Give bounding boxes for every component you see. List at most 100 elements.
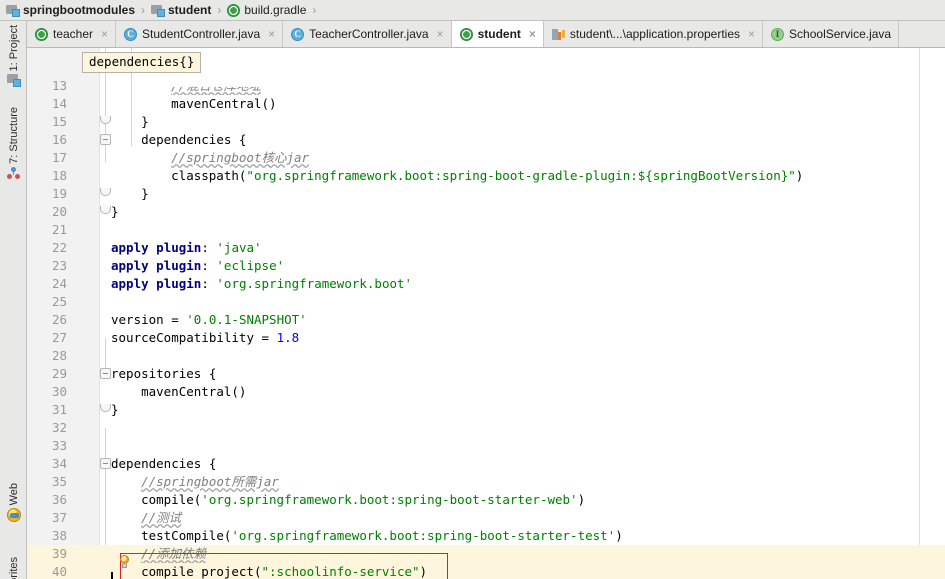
code-line[interactable]: 32: [27, 419, 945, 437]
code-line[interactable]: 17 //springboot核心jar: [27, 149, 945, 167]
code-token: apply: [111, 240, 149, 255]
fold-collapse-icon[interactable]: [100, 134, 111, 145]
code-token: }: [141, 186, 149, 201]
code-token: plugin: [156, 276, 202, 291]
sidebar-item-favorites[interactable]: vorites: [0, 557, 27, 579]
code-token: ): [419, 564, 428, 579]
line-number: 40: [51, 564, 67, 579]
code-line[interactable]: 39 //添加依赖: [27, 545, 945, 563]
sidebar-item-web[interactable]: Web: [0, 483, 27, 523]
code-line[interactable]: 33: [27, 437, 945, 455]
line-number: 25: [51, 294, 67, 309]
text-caret: [111, 572, 113, 579]
tab-label: SchoolService.java: [789, 27, 892, 41]
tab-teacher[interactable]: teacher ×: [27, 21, 117, 47]
line-number: 32: [51, 420, 67, 435]
code-line[interactable]: 28: [27, 347, 945, 365]
code-line[interactable]: 36 compile('org.springframework.boot:spri…: [27, 491, 945, 509]
gradle-icon: [227, 3, 241, 17]
code-line[interactable]: 19}: [27, 185, 945, 203]
code-line[interactable]: 24 apply plugin: 'org.springframework.boo…: [27, 275, 945, 293]
line-number: 22: [51, 240, 67, 255]
code-line[interactable]: 13 //混合仓库地址: [27, 77, 945, 95]
code-token: mavenCentral(): [171, 96, 277, 111]
code-line[interactable]: 16 dependencies {: [27, 131, 945, 149]
code-editor[interactable]: 13//混合仓库地址 14 mavenCentral() 15} 16 dependenc…: [27, 48, 945, 579]
lightbulb-icon[interactable]: [118, 555, 131, 569]
sidebar-item-structure[interactable]: 7: Structure: [0, 107, 27, 180]
code-token: dependencies {: [111, 456, 217, 471]
code-text: classpath("org.springframework.boot:spri…: [171, 167, 803, 185]
code-line[interactable]: 27 sourceCompatibility = 1.8: [27, 329, 945, 347]
code-line[interactable]: 25: [27, 293, 945, 311]
code-token: 'java': [216, 240, 262, 255]
code-token: plugin: [156, 258, 202, 273]
code-token: :: [201, 258, 217, 273]
code-token: classpath(: [171, 168, 247, 183]
code-line[interactable]: 35 //springboot所需jar: [27, 473, 945, 491]
code-text: mavenCentral(): [141, 383, 246, 401]
code-line[interactable]: 22 apply plugin: 'java': [27, 239, 945, 257]
fold-collapse-icon[interactable]: [100, 368, 111, 379]
tab-student[interactable]: student ×: [451, 21, 544, 47]
code-text: apply plugin: 'org.springframework.boot': [111, 275, 412, 293]
code-token: sourceCompatibility: [111, 330, 254, 345]
breadcrumb-item-build-gradle[interactable]: build.gradle: [227, 3, 306, 17]
code-token: //springboot核心jar: [171, 150, 310, 165]
tab-teachercontroller-java[interactable]: C TeacherController.java ×: [283, 21, 452, 47]
code-text: mavenCentral(): [171, 95, 276, 113]
code-line[interactable]: 30 mavenCentral(): [27, 383, 945, 401]
line-number: 37: [51, 510, 67, 525]
gradle-icon: [35, 27, 48, 41]
code-token: '0.0.1-SNAPSHOT': [186, 312, 307, 327]
breadcrumb-item-springbootmodules[interactable]: springbootmodules: [6, 4, 135, 17]
code-line[interactable]: 14 mavenCentral(): [27, 95, 945, 113]
close-icon[interactable]: ×: [748, 28, 755, 40]
breadcrumb-separator: ›: [141, 3, 145, 17]
code-text: version = '0.0.1-SNAPSHOT': [111, 311, 307, 329]
code-line[interactable]: 26 version = '0.0.1-SNAPSHOT': [27, 311, 945, 329]
code-text: }: [111, 401, 119, 419]
close-icon[interactable]: ×: [529, 28, 536, 40]
breadcrumb-separator: ›: [217, 3, 222, 17]
code-token: plugin: [156, 240, 202, 255]
interface-icon: I: [771, 27, 785, 41]
code-line[interactable]: 34 dependencies {: [27, 455, 945, 473]
tab-schoolservice-java[interactable]: I SchoolService.java: [763, 21, 900, 47]
sidebar-item-project[interactable]: 1: Project: [0, 25, 27, 88]
code-token: //springboot所需jar: [141, 474, 279, 489]
close-icon[interactable]: ×: [268, 28, 275, 40]
code-text: }: [111, 203, 119, 221]
tab-label: TeacherController.java: [309, 27, 429, 41]
code-text: //添加依赖: [141, 545, 206, 563]
code-line[interactable]: 23 apply plugin: 'eclipse': [27, 257, 945, 275]
code-text: }: [141, 185, 149, 203]
code-line[interactable]: 31}: [27, 401, 945, 419]
breadcrumb-item-student[interactable]: student: [151, 3, 212, 17]
code-line[interactable]: 38 testCompile('org.springframework.boot:…: [27, 527, 945, 545]
tab-application-properties[interactable]: student\...\application.properties ×: [543, 21, 764, 47]
code-line[interactable]: 40 compile project(":schoolinfo-service"): [27, 563, 945, 579]
breadcrumb-label: student: [168, 3, 212, 17]
line-number: 34: [51, 456, 67, 471]
code-line[interactable]: 20}: [27, 203, 945, 221]
module-icon: [6, 4, 20, 17]
tab-studentcontroller-java[interactable]: C StudentController.java ×: [116, 21, 284, 47]
editor-content[interactable]: 13//混合仓库地址 14 mavenCentral() 15} 16 dependenc…: [27, 48, 945, 579]
code-token: 'org.springframework.boot': [216, 276, 413, 291]
fold-collapse-icon[interactable]: [100, 458, 111, 469]
code-line[interactable]: 29 repositories {: [27, 365, 945, 383]
code-line[interactable]: 21: [27, 221, 945, 239]
line-number: 21: [51, 222, 67, 237]
code-text: //springboot核心jar: [171, 149, 309, 167]
line-number: 16: [51, 132, 67, 147]
code-token: :: [201, 240, 217, 255]
code-line[interactable]: 15}: [27, 113, 945, 131]
code-text: apply plugin: 'java': [111, 239, 262, 257]
class-icon: C: [124, 27, 138, 41]
code-line[interactable]: 37 //测试: [27, 509, 945, 527]
close-icon[interactable]: ×: [101, 28, 108, 40]
close-icon[interactable]: ×: [437, 28, 444, 40]
line-number: 33: [51, 438, 67, 453]
code-line[interactable]: 18 classpath("org.springframework.boot:sp…: [27, 167, 945, 185]
